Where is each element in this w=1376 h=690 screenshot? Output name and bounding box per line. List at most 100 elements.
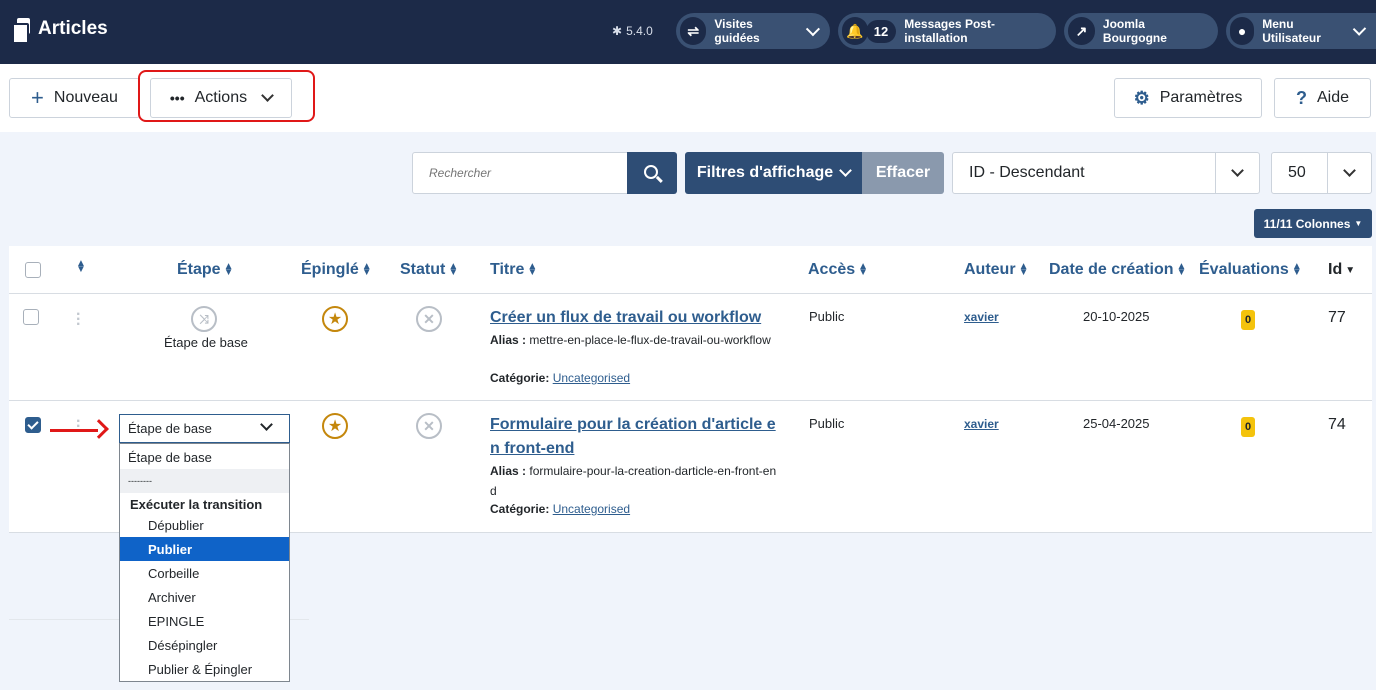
id-value: 74	[1328, 416, 1346, 433]
sort-icon: ▲ ▼	[223, 261, 234, 278]
column-featured[interactable]: Épinglé ▲ ▼	[301, 261, 372, 279]
search-icon	[643, 164, 658, 179]
limit-value: 50	[1288, 164, 1306, 181]
option-unfeature[interactable]: Désépingler	[120, 633, 289, 657]
stage-transition-dropdown: Étape de base -------- Exécuter la trans…	[119, 443, 290, 682]
category-label: Catégorie:	[490, 502, 550, 516]
category-link[interactable]: Uncategorised	[553, 371, 630, 385]
sort-icon: ▲ ▼	[76, 258, 86, 275]
option-archive[interactable]: Archiver	[120, 585, 289, 609]
ordering-column-sort[interactable]: ▲ ▼	[76, 258, 86, 275]
messages-label: Messages Post-installation	[904, 17, 995, 45]
author-link[interactable]: xavier	[964, 417, 999, 431]
limit-select[interactable]: 50	[1271, 152, 1372, 194]
article-title-link[interactable]: Formulaire pour la création d'article en…	[490, 413, 782, 461]
drag-handle-icon[interactable]: ···	[76, 307, 81, 333]
column-title[interactable]: Titre ▲ ▼	[490, 261, 537, 279]
id-value: 77	[1328, 309, 1346, 326]
search-button[interactable]	[627, 152, 677, 194]
option-publish-feature[interactable]: Publier & Épingler	[120, 657, 289, 681]
joomla-icon: ✱	[612, 24, 623, 38]
star-icon[interactable]: ★	[322, 306, 348, 332]
access-value: Public	[809, 416, 845, 431]
gear-icon: ⚙	[1133, 87, 1150, 108]
article-alias: Alias : mettre-en-place-le-flux-de-trava…	[490, 330, 782, 350]
column-created-label: Date de création	[1049, 261, 1174, 278]
sort-icon: ▲ ▼	[1018, 261, 1029, 278]
column-title-label: Titre	[490, 261, 525, 278]
row-checkbox[interactable]	[23, 309, 39, 325]
user-menu-button[interactable]: ● Menu Utilisateur	[1226, 13, 1376, 49]
help-label: Aide	[1316, 89, 1350, 106]
ordering-select[interactable]: ID - Descendant	[952, 152, 1260, 194]
options-label: Paramètres	[1159, 89, 1243, 106]
column-author[interactable]: Auteur ▲ ▼	[964, 261, 1028, 279]
new-button[interactable]: + Nouveau	[9, 78, 140, 118]
chevron-down-icon	[839, 164, 853, 177]
option-unpublish[interactable]: Dépublier	[120, 513, 289, 537]
help-button[interactable]: ? Aide	[1274, 78, 1371, 118]
table-header: ▲ ▼ Étape ▲ ▼ Épinglé ▲ ▼ Statut ▲ ▼ Titre ▲ ▼ Ac…	[9, 246, 1372, 294]
column-access[interactable]: Accès ▲ ▼	[808, 261, 868, 279]
chevron-down-icon	[1352, 22, 1367, 36]
chevron-down-icon	[260, 418, 273, 431]
stage-transition-select[interactable]: Étape de base	[119, 414, 290, 443]
clear-button[interactable]: Effacer	[862, 152, 944, 194]
category-link[interactable]: Uncategorised	[553, 502, 630, 516]
column-id[interactable]: Id ▼	[1328, 261, 1355, 279]
page-title: Articles	[38, 18, 108, 39]
columns-label: 11/11 Colonnes	[1263, 216, 1351, 231]
unpublished-icon[interactable]: ✕	[416, 306, 442, 332]
unpublished-icon[interactable]: ✕	[416, 413, 442, 439]
ordering-value: ID - Descendant	[969, 164, 1085, 181]
category-label: Catégorie:	[490, 371, 550, 385]
columns-button[interactable]: 11/11 Colonnes ▼	[1254, 209, 1372, 238]
top-header: Articles ✱ 5.4.0 ⇌ Visites guidées 🔔 12 …	[0, 0, 1376, 64]
signpost-icon: ⇌	[680, 17, 707, 45]
row-checkbox[interactable]	[25, 417, 41, 433]
arrow-head-icon	[89, 419, 109, 439]
column-created[interactable]: Date de création ▲ ▼	[1049, 261, 1186, 279]
version-label: 5.4.0	[626, 24, 653, 38]
user-menu-label: Menu Utilisateur	[1262, 17, 1321, 45]
shuffle-icon[interactable]: ⤨	[191, 306, 217, 332]
post-install-messages-button[interactable]: 🔔 12 Messages Post-installation	[838, 13, 1056, 49]
table-row: · · · ⤨ Étape de base ★ ✕ Créer un flux de…	[9, 294, 1372, 401]
option-trash[interactable]: Corbeille	[120, 561, 289, 585]
messages-count-badge: 12	[865, 19, 897, 43]
filter-options-label: Filtres d'affichage	[696, 164, 834, 181]
brand: Articles	[12, 18, 108, 44]
alias-label: Alias :	[490, 333, 527, 347]
sort-icon: ▲ ▼	[1291, 261, 1302, 278]
select-all-checkbox[interactable]	[25, 262, 41, 278]
sort-icon: ▲ ▼	[1176, 261, 1187, 278]
author-link[interactable]: xavier	[964, 310, 999, 324]
stage-label: Étape de base	[164, 335, 248, 350]
guided-tours-button[interactable]: ⇌ Visites guidées	[676, 13, 830, 49]
column-votes[interactable]: Évaluations ▲ ▼	[1199, 261, 1302, 279]
bell-icon: 🔔	[842, 17, 868, 45]
option-feature[interactable]: EPINGLE	[120, 609, 289, 633]
column-status[interactable]: Statut ▲ ▼	[400, 261, 458, 279]
votes-badge: 0	[1241, 417, 1255, 437]
created-date: 25-04-2025	[1083, 416, 1150, 431]
sort-icon: ▲ ▼	[858, 261, 869, 278]
chevron-down-icon	[806, 22, 821, 36]
article-alias: Alias : formulaire-pour-la-creation-dart…	[490, 461, 782, 501]
view-site-button[interactable]: ↗ Joomla Bourgogne	[1064, 13, 1218, 49]
column-stage[interactable]: Étape ▲ ▼	[177, 261, 233, 279]
plus-icon: +	[31, 85, 44, 110]
column-access-label: Accès	[808, 261, 856, 278]
filter-options-button[interactable]: Filtres d'affichage	[685, 152, 862, 194]
sort-icon: ▲ ▼	[361, 261, 372, 278]
red-arrow-annotation	[50, 419, 109, 440]
option-base-stage[interactable]: Étape de base	[120, 445, 289, 469]
star-icon[interactable]: ★	[322, 413, 348, 439]
user-icon: ●	[1230, 17, 1255, 45]
search-input[interactable]	[412, 152, 628, 194]
article-title-link[interactable]: Créer un flux de travail ou workflow	[490, 306, 782, 330]
options-button[interactable]: ⚙ Paramètres	[1114, 78, 1262, 118]
option-publish[interactable]: Publier	[120, 537, 289, 561]
column-id-label: Id	[1328, 261, 1343, 278]
new-label: Nouveau	[53, 89, 118, 106]
